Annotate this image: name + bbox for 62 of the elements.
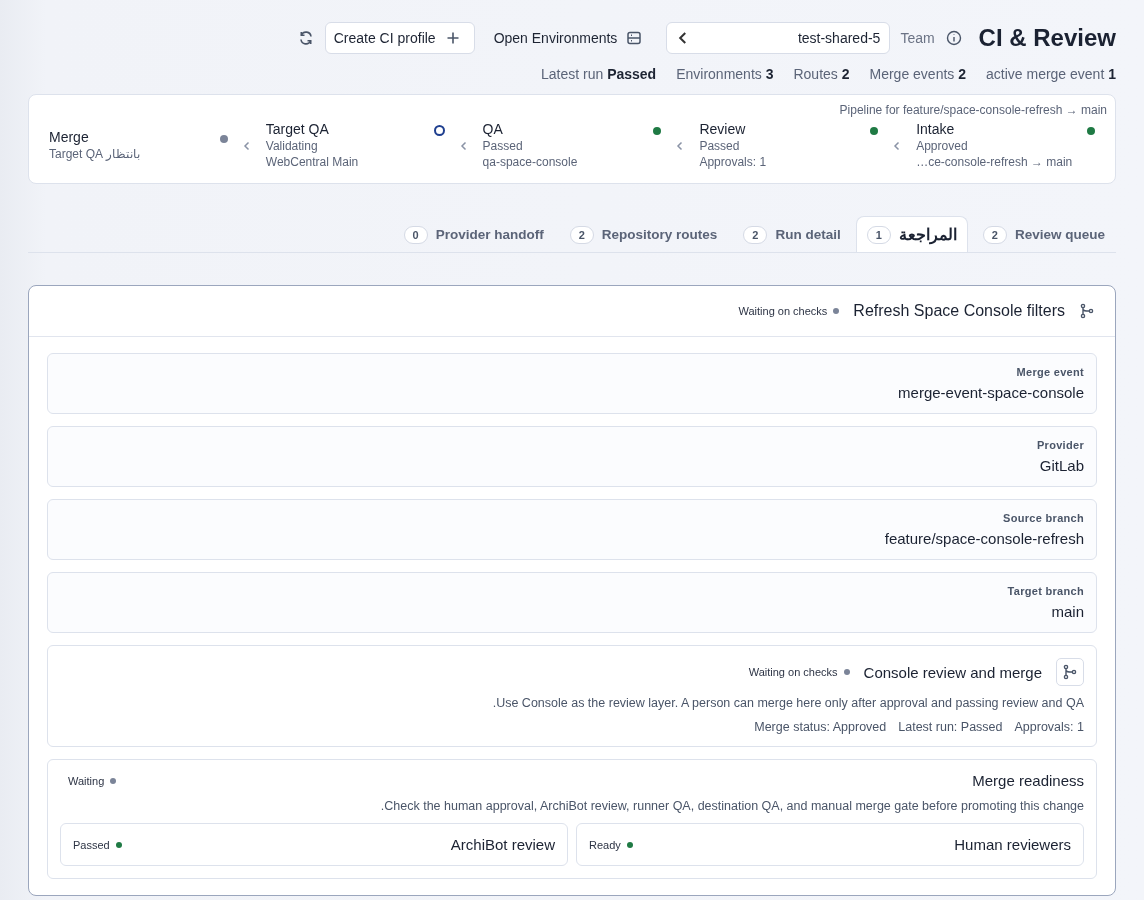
- tab[interactable]: 2 Run detail: [732, 216, 852, 252]
- tab[interactable]: 0 Provider handoff: [392, 216, 555, 252]
- stage-name: Merge: [49, 129, 90, 145]
- field-value: feature/space-console-refresh: [884, 530, 1084, 547]
- stage-detail: Passed: [699, 139, 741, 153]
- readiness-description: .Check the human approval, ArchiBot review, runner QA, destination QA, and manual merge gate before promoting this change: [379, 799, 1084, 813]
- stage-detail: …ce-console-refresh → main: [916, 155, 1073, 169]
- branch-icon: [1062, 664, 1078, 680]
- page-title: CI & Review: [978, 24, 1116, 52]
- field-value: GitLab: [1039, 457, 1084, 474]
- field-label: Provider: [1036, 439, 1084, 451]
- tab[interactable]: 2 Review queue: [971, 216, 1116, 252]
- status-label: Passed: [73, 838, 110, 851]
- status-label: Ready: [589, 838, 621, 851]
- field-value: merge-event-space-console: [898, 384, 1084, 401]
- tab-count: 2: [982, 225, 1007, 244]
- info-icon[interactable]: [944, 29, 963, 47]
- tab[interactable]: 2 Repository routes: [558, 216, 729, 252]
- status-label: Waiting: [68, 774, 105, 787]
- stage-detail: Approvals: 1: [699, 155, 767, 169]
- field-value: main: [1051, 603, 1084, 620]
- tab-count: 0: [403, 225, 428, 244]
- console-fact: Merge status: Approved: [754, 720, 887, 734]
- pipeline-caption: Pipeline for feature/space-console-refresh → main: [838, 103, 1107, 117]
- stage-detail: qa-space-console: [482, 155, 578, 169]
- field-label: Target branch: [1007, 585, 1084, 597]
- stat-text: active merge event 1: [986, 66, 1116, 82]
- console-fact: Latest run: Passed: [898, 720, 1003, 734]
- review-title: Refresh Space Console filters: [853, 302, 1065, 320]
- check-title: ArchiBot review: [450, 836, 555, 853]
- stage-name: Intake: [916, 121, 956, 137]
- stage-detail: بانتظار Target QA: [49, 147, 141, 161]
- stage-name: Target QA: [265, 121, 330, 137]
- stat-text: Latest run Passed: [540, 66, 657, 82]
- field-label: Merge event: [1016, 366, 1084, 378]
- branch-button[interactable]: [1056, 658, 1084, 686]
- console-description: .Use Console as the review layer. A person can merge here only after approval and passing review and QA: [491, 696, 1084, 710]
- stage-detail: WebCentral Main: [265, 155, 359, 169]
- check-title: Human reviewers: [954, 836, 1071, 853]
- stat-text: Environments 3: [676, 66, 774, 82]
- team-label: Team: [900, 30, 935, 46]
- console-title: Console review and merge: [863, 663, 1042, 681]
- create-profile-button[interactable]: Create CI profile: [324, 22, 475, 54]
- team-field[interactable]: test-shared-5: [666, 22, 891, 54]
- stage-name: Review: [699, 121, 747, 137]
- stage-detail: Approved: [916, 139, 969, 153]
- status-label: Waiting on checks: [738, 305, 828, 317]
- branch-icon: [1079, 303, 1095, 319]
- status-label: Waiting on checks: [748, 666, 838, 678]
- tab-count: 2: [569, 225, 594, 244]
- stage-detail: Passed: [482, 139, 524, 153]
- console-fact: Approvals: 1: [1014, 720, 1084, 734]
- stage-name: QA: [482, 121, 504, 137]
- tab-count: 1: [866, 225, 891, 244]
- open-environments-button[interactable]: Open Environments: [484, 22, 657, 54]
- stat-text: Routes 2: [793, 66, 850, 82]
- stat-text: Merge events 2: [869, 66, 966, 82]
- field-label: Source branch: [1003, 512, 1084, 524]
- server-icon: [625, 29, 644, 47]
- readiness-title: Merge readiness: [972, 772, 1084, 789]
- tab-count: 2: [743, 225, 768, 244]
- stage-detail: Validating: [265, 139, 319, 153]
